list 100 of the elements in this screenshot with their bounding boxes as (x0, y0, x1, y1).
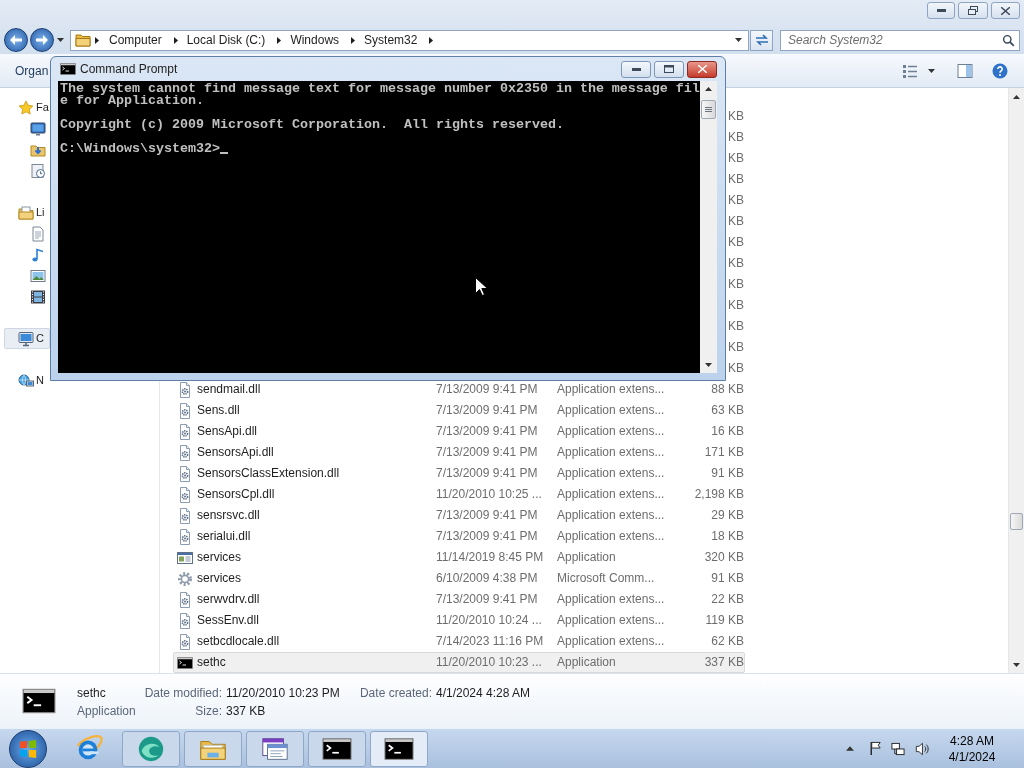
start-button[interactable] (9, 729, 47, 768)
file-type: Application extens... (557, 446, 665, 459)
nav-item[interactable]: Li (4, 202, 50, 223)
file-size: 29 KB (711, 509, 744, 522)
file-date: 7/13/2009 9:41 PM (436, 446, 538, 459)
file-name: Sens.dll (197, 404, 240, 417)
caret-down-icon[interactable] (735, 38, 742, 42)
file-size: 320 KB (704, 551, 744, 564)
minimize-button[interactable] (927, 2, 955, 19)
dll-file-icon (177, 633, 193, 650)
taskbar-button[interactable] (370, 730, 428, 767)
breadcrumb[interactable]: System32 (364, 33, 418, 47)
file-size: 62 KB (711, 635, 744, 648)
caret-right-icon[interactable] (351, 36, 356, 44)
file-name: sethc (197, 656, 226, 669)
desktop-icon (30, 120, 46, 137)
file-type: Application extens... (557, 635, 665, 648)
maximize-button[interactable] (654, 60, 684, 78)
arrow-right-icon (36, 35, 48, 45)
nav-item[interactable]: C (4, 328, 50, 349)
network-monitors-icon[interactable] (891, 741, 905, 756)
breadcrumb[interactable]: Windows (290, 33, 340, 47)
computer-icon (18, 330, 34, 347)
dll-file-icon (177, 507, 193, 524)
film-strip-icon (30, 288, 46, 305)
view-list-icon[interactable] (902, 62, 918, 79)
file-type: Application extens... (557, 425, 665, 438)
file-name: SessEnv.dll (197, 614, 259, 627)
file-name: serialui.dll (197, 530, 251, 543)
forward-button[interactable] (30, 28, 54, 52)
file-size: KB (728, 299, 744, 312)
file-name: sendmail.dll (197, 383, 261, 396)
scroll-thumb[interactable] (701, 100, 716, 119)
file-date: 11/20/2010 10:25 ... (436, 488, 542, 501)
file-size: 91 KB (711, 572, 744, 585)
file-size: KB (728, 362, 744, 375)
file-size: KB (728, 278, 744, 291)
address-bar[interactable]: Computer Local Disk (C:) Windows System32 (70, 29, 749, 51)
text-cursor-icon (219, 152, 228, 154)
nav-item[interactable]: N (4, 370, 50, 391)
organize-button[interactable]: Organ (15, 63, 49, 78)
file-size: KB (728, 131, 744, 144)
close-icon (697, 65, 707, 73)
search-icon[interactable] (1002, 33, 1015, 47)
close-button[interactable] (991, 2, 1020, 19)
minimize-icon (631, 67, 641, 71)
dll-file-icon (177, 486, 193, 503)
caret-right-icon[interactable] (95, 36, 99, 44)
detail-label: Size: (195, 703, 222, 720)
network-globe-icon (18, 372, 34, 389)
nav-item[interactable]: Fa (4, 97, 50, 118)
caret-up-icon[interactable] (1013, 94, 1020, 99)
file-type: Application extens... (557, 467, 665, 480)
back-button[interactable] (4, 28, 28, 52)
caret-down-icon[interactable] (705, 363, 712, 367)
restore-icon (968, 6, 978, 15)
flag-icon[interactable] (868, 741, 882, 756)
file-type: Application extens... (557, 614, 665, 627)
caret-down-icon[interactable] (1013, 662, 1020, 667)
file-size: 22 KB (711, 593, 744, 606)
file-date: 7/14/2023 11:16 PM (436, 635, 544, 648)
caret-right-icon[interactable] (173, 36, 178, 44)
file-name: SensorsCpl.dll (197, 488, 275, 501)
gear-icon (177, 570, 193, 587)
file-date: 11/20/2010 10:23 ... (436, 656, 542, 669)
restore-button[interactable] (958, 2, 988, 19)
file-date: 7/13/2009 9:41 PM (436, 425, 538, 438)
preview-pane-icon[interactable] (957, 62, 973, 79)
caret-down-icon[interactable] (56, 38, 64, 42)
console-icon (60, 61, 76, 77)
close-button[interactable] (687, 60, 717, 78)
taskbar-button[interactable] (246, 730, 304, 767)
caret-right-icon[interactable] (429, 36, 434, 44)
arrow-left-icon (10, 35, 22, 45)
scroll-thumb[interactable] (1010, 513, 1023, 530)
minimize-button[interactable] (621, 60, 651, 78)
file-name: sensrsvc.dll (197, 509, 260, 522)
taskbar-button[interactable] (308, 730, 366, 767)
caret-up-icon[interactable] (846, 746, 854, 751)
refresh-button[interactable] (750, 29, 773, 51)
file-size: KB (728, 152, 744, 165)
caret-right-icon[interactable] (277, 36, 282, 44)
close-icon (1001, 6, 1010, 15)
file-type: Application (557, 551, 616, 564)
breadcrumb[interactable]: Computer (109, 33, 162, 47)
star-icon (18, 99, 34, 116)
file-type: Microsoft Comm... (557, 572, 655, 585)
file-size: KB (728, 215, 744, 228)
caret-down-icon[interactable] (928, 68, 935, 73)
help-icon[interactable] (992, 62, 1008, 79)
breadcrumb[interactable]: Local Disk (C:) (186, 33, 266, 47)
windows-logo-icon (19, 738, 37, 759)
search-field[interactable]: Search System32 (780, 29, 1020, 51)
clock-button[interactable]: 4:28 AM 4/1/2024 (943, 732, 1001, 765)
library-folder-icon (18, 204, 34, 221)
file-type: Application (557, 656, 616, 669)
file-row[interactable]: sethc 11/20/2010 10:23 ... Application 337 KB (173, 652, 745, 673)
picture-icon (30, 267, 46, 284)
file-name: SensorsClassExtension.dll (197, 467, 340, 480)
speaker-icon[interactable] (915, 741, 929, 756)
